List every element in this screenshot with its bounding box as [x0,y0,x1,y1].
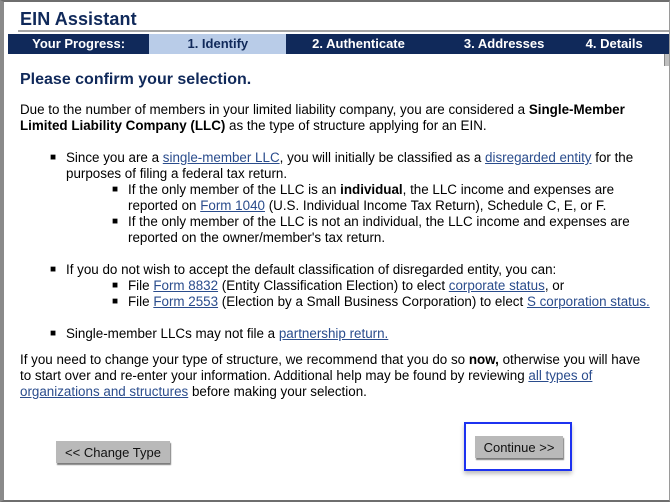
list-item: ■ Single-member LLCs may not file a part… [20,326,650,342]
disregarded-entity-link[interactable]: disregarded entity [485,150,591,165]
progress-step-addresses: 3. Addresses [463,36,545,51]
list-item: ■ If the only member of the LLC is an in… [20,182,650,214]
bullet-icon: ■ [112,184,119,195]
list-item: ■ File Form 8832 (Entity Classification … [20,278,650,294]
text: Single-member LLCs may not file a [66,326,279,341]
intro-paragraph: Due to the number of members in your lim… [20,102,650,134]
text: If the only member of the LLC is an [128,182,341,197]
bullet-icon: ■ [112,280,119,291]
single-member-llc-link[interactable]: single-member LLC [163,150,280,165]
bullet-icon: ■ [50,152,57,163]
bullet-icon: ■ [50,264,57,275]
text: , or [544,278,565,293]
text: File [128,294,154,309]
form-8832-link[interactable]: Form 8832 [153,278,218,293]
bullet-icon: ■ [112,296,119,307]
s-corporation-status-link[interactable]: S corporation status. [527,294,650,309]
progress-step-details: 4. Details [585,36,643,51]
text: File [128,278,154,293]
closing-paragraph: If you need to change your type of struc… [20,352,650,400]
text: (Election by a Small Business Corporatio… [218,294,527,309]
text-bold: individual [340,182,403,197]
partnership-return-link[interactable]: partnership return. [279,326,388,341]
text: , you will initially be classified as a [279,150,486,165]
text: before making your selection. [188,384,367,399]
list-item: ■ File Form 2553 (Election by a Small Bu… [20,294,650,310]
text-bold: now, [468,352,499,367]
list-item: ■ Since you are a single-member LLC, you… [20,150,650,182]
progress-step-identify: 1. Identify [149,34,287,54]
text: (Entity Classification Election) to elec… [218,278,449,293]
title-divider [18,30,669,32]
app-title: EIN Assistant [20,9,137,29]
continue-button[interactable]: Continue >> [475,436,563,458]
intro-text-end: as the type of structure applying for an… [225,118,487,133]
form-1040-link[interactable]: Form 1040 [200,198,265,213]
main-content: Due to the number of members in your lim… [20,102,650,400]
list-item: ■ If you do not wish to accept the defau… [20,262,650,278]
progress-step-authenticate: 2. Authenticate [312,36,405,51]
text: If the only member of the LLC is not an … [128,214,630,245]
bullet-icon: ■ [112,216,119,227]
list-item: ■ If the only member of the LLC is not a… [20,214,650,246]
text: Since you are a [66,150,163,165]
text: If you do not wish to accept the default… [66,262,557,277]
scrollbar[interactable] [664,54,669,66]
text: If you need to change your type of struc… [20,352,469,367]
progress-label: Your Progress: [32,36,126,51]
browser-frame: EIN Assistant Your Progress: 1. Identify… [0,0,670,502]
form-2553-link[interactable]: Form 2553 [153,294,218,309]
page-heading: Please confirm your selection. [20,71,252,88]
text: (U.S. Individual Income Tax Return), Sch… [264,198,607,213]
intro-text: Due to the number of members in your lim… [20,102,529,117]
change-type-button[interactable]: << Change Type [56,441,170,463]
corporate-status-link[interactable]: corporate status [449,278,545,293]
progress-bar: Your Progress: 1. Identify 2. Authentica… [8,34,669,54]
bullet-icon: ■ [50,328,57,339]
